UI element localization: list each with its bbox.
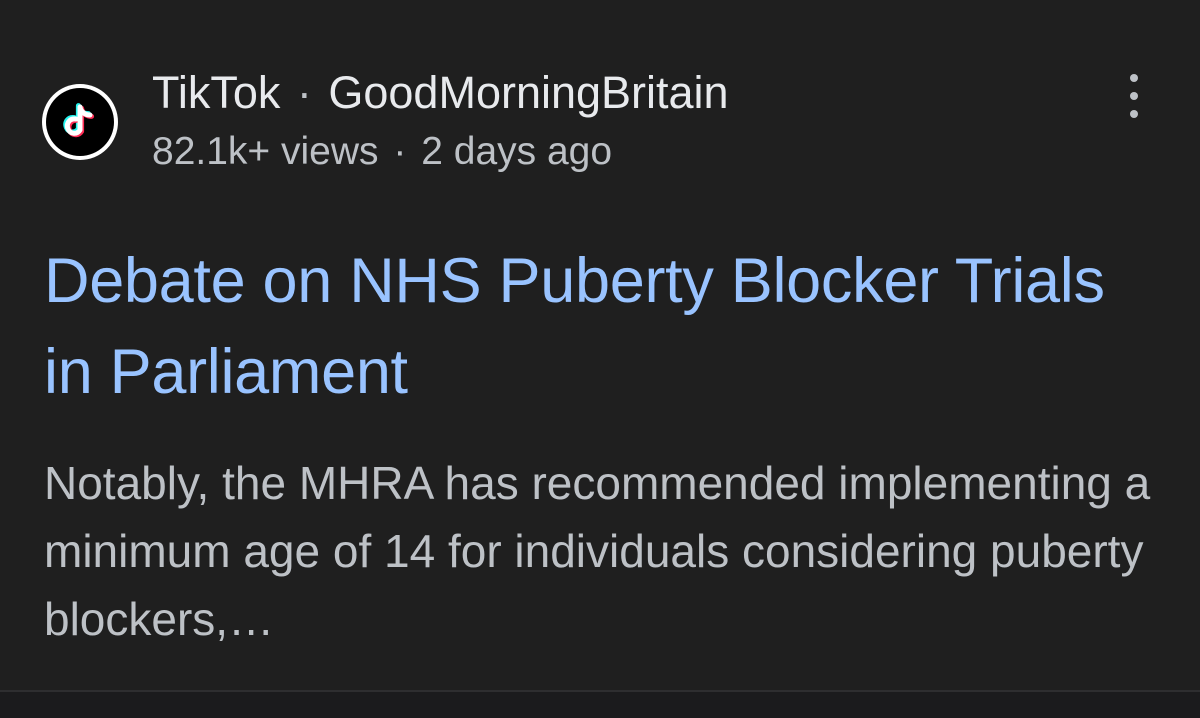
meta-separator: · <box>393 130 407 173</box>
source-line[interactable]: TikTok · GoodMorningBritain <box>152 64 729 122</box>
search-result-card: TikTok · GoodMorningBritain 82.1k+ views… <box>0 0 1200 690</box>
more-vertical-icon <box>1130 74 1138 82</box>
result-snippet: Notably, the MHRA has recommended implem… <box>44 457 1151 645</box>
source-channel: GoodMorningBritain <box>328 67 729 118</box>
source-name: TikTok <box>152 67 281 118</box>
source-text-block: TikTok · GoodMorningBritain 82.1k+ views… <box>152 64 729 180</box>
result-meta-line: 82.1k+ views · 2 days ago <box>152 124 729 180</box>
result-divider <box>0 690 1200 718</box>
tiktok-logo-icon <box>42 84 118 160</box>
tiktok-note-icon <box>63 103 95 138</box>
result-title-link[interactable]: Debate on NHS Puberty Blocker Trials in … <box>44 236 1154 418</box>
more-options-button[interactable] <box>1116 74 1152 118</box>
source-separator: · <box>296 67 312 118</box>
view-count: 82.1k+ views <box>152 130 379 173</box>
result-source-row[interactable]: TikTok · GoodMorningBritain 82.1k+ views… <box>42 64 729 180</box>
post-age: 2 days ago <box>421 130 613 173</box>
